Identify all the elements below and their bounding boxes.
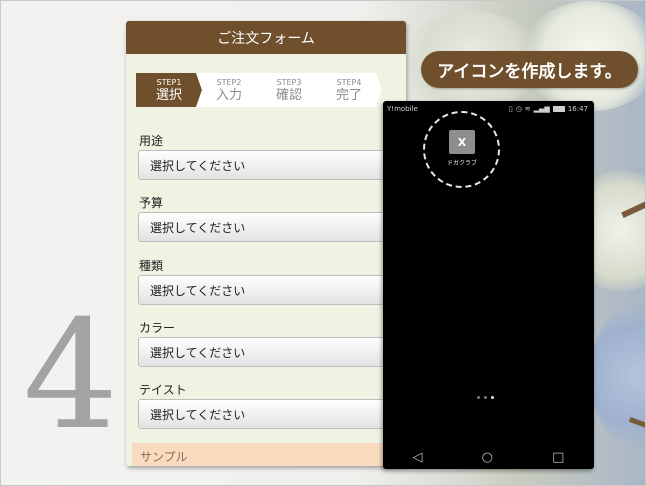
budget-select[interactable]: 選択してください	[138, 212, 398, 242]
color-select[interactable]: 選択してください	[138, 337, 398, 367]
step-name-label: 確認	[275, 87, 302, 103]
type-select[interactable]: 選択してください	[138, 275, 398, 305]
instruction-callout: アイコンを作成します。	[421, 51, 638, 88]
step-number-label: STEP4	[336, 77, 362, 87]
wifi-icon: ≋	[524, 105, 531, 113]
sample-section-header[interactable]: サンプル	[132, 443, 406, 466]
carrier-label: Y!mobile	[387, 105, 418, 113]
battery-icon	[552, 106, 565, 112]
slide-frame: 4 ご注文フォーム STEP1 選択 STEP2 入力 STEP3 確認 STE…	[0, 0, 646, 486]
step-1: STEP1 選択	[136, 73, 202, 107]
step-name-label: 選択	[155, 87, 182, 103]
taste-select[interactable]: 選択してください	[138, 399, 398, 429]
phone-screen: Y!mobile ▯ ◷ ≋ ▂▄▆ 16:47 X ドガクラブ ◁ ○ □	[383, 101, 594, 469]
vibrate-icon: ▯	[508, 105, 513, 113]
step-name-label: 完了	[335, 87, 362, 103]
page-dot-active	[491, 396, 494, 399]
step-number-label: STEP2	[216, 77, 242, 87]
form-title: ご注文フォーム	[126, 21, 406, 54]
purpose-label: 用途	[139, 134, 164, 148]
navigation-bar: ◁ ○ □	[383, 447, 594, 467]
page-indicator	[477, 396, 494, 399]
page-dot	[484, 396, 487, 399]
status-icons: ▯ ◷ ≋ ▂▄▆ 16:47	[509, 105, 588, 113]
step-number-label: STEP3	[276, 77, 302, 87]
taste-label: テイスト	[139, 383, 187, 397]
app-shortcut-label: ドガクラブ	[446, 160, 477, 167]
recent-apps-icon[interactable]: □	[552, 450, 564, 465]
step-4: STEP4 完了	[316, 73, 382, 107]
clock-text: 16:47	[567, 105, 588, 113]
step-2: STEP2 入力	[196, 73, 262, 107]
step-name-label: 入力	[215, 87, 242, 103]
type-label: 種類	[139, 259, 164, 273]
step-number-label: STEP1	[156, 77, 182, 87]
signal-icon: ▂▄▆	[533, 105, 550, 113]
flower-decoration	[591, 301, 645, 451]
step-number: 4	[23, 289, 119, 463]
status-bar: Y!mobile ▯ ◷ ≋ ▂▄▆ 16:47	[383, 101, 594, 117]
home-icon[interactable]: ○	[482, 450, 493, 465]
budget-label: 予算	[139, 196, 164, 210]
purpose-select[interactable]: 選択してください	[138, 150, 398, 180]
color-label: カラー	[139, 321, 176, 335]
step-indicator: STEP1 選択 STEP2 入力 STEP3 確認 STEP4 完了	[136, 73, 406, 107]
app-shortcut-icon[interactable]: X	[449, 130, 475, 154]
page-dot	[477, 396, 480, 399]
step-3: STEP3 確認	[256, 73, 322, 107]
back-icon[interactable]: ◁	[413, 450, 423, 465]
order-form: ご注文フォーム STEP1 選択 STEP2 入力 STEP3 確認 STEP4…	[126, 21, 406, 466]
alarm-icon: ◷	[515, 105, 522, 113]
